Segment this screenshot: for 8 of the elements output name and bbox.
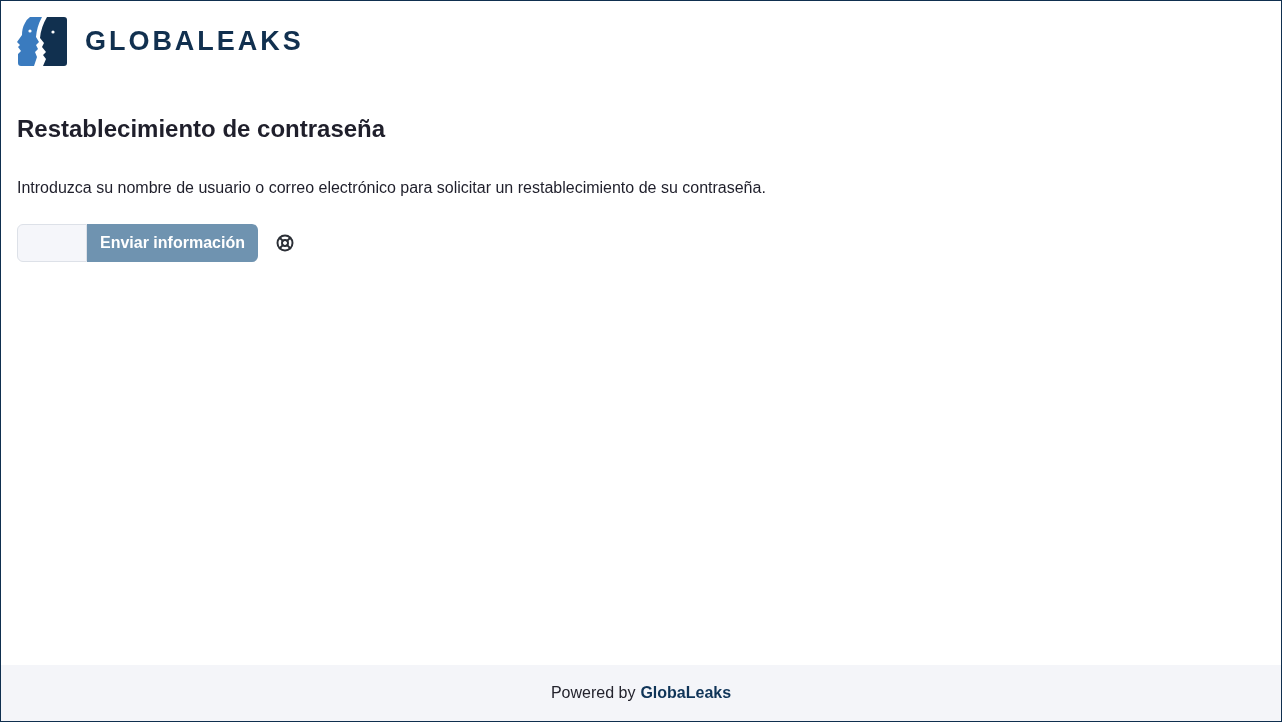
page-title: Restablecimiento de contraseña: [17, 114, 387, 144]
footer-text: Powered by: [550, 683, 636, 703]
lifebuoy-icon[interactable]: [275, 234, 294, 252]
logo-text: GLOBALEAKS: [85, 28, 304, 55]
globaleaks-link[interactable]: GlobaLeaks: [640, 681, 732, 705]
logo-icon: [17, 17, 67, 66]
description-text: Introduzca su nombre de usuario o correo electrónico para solicitar un restablecimiento de su contraseña.: [17, 178, 767, 198]
username-field[interactable]: [17, 224, 87, 262]
